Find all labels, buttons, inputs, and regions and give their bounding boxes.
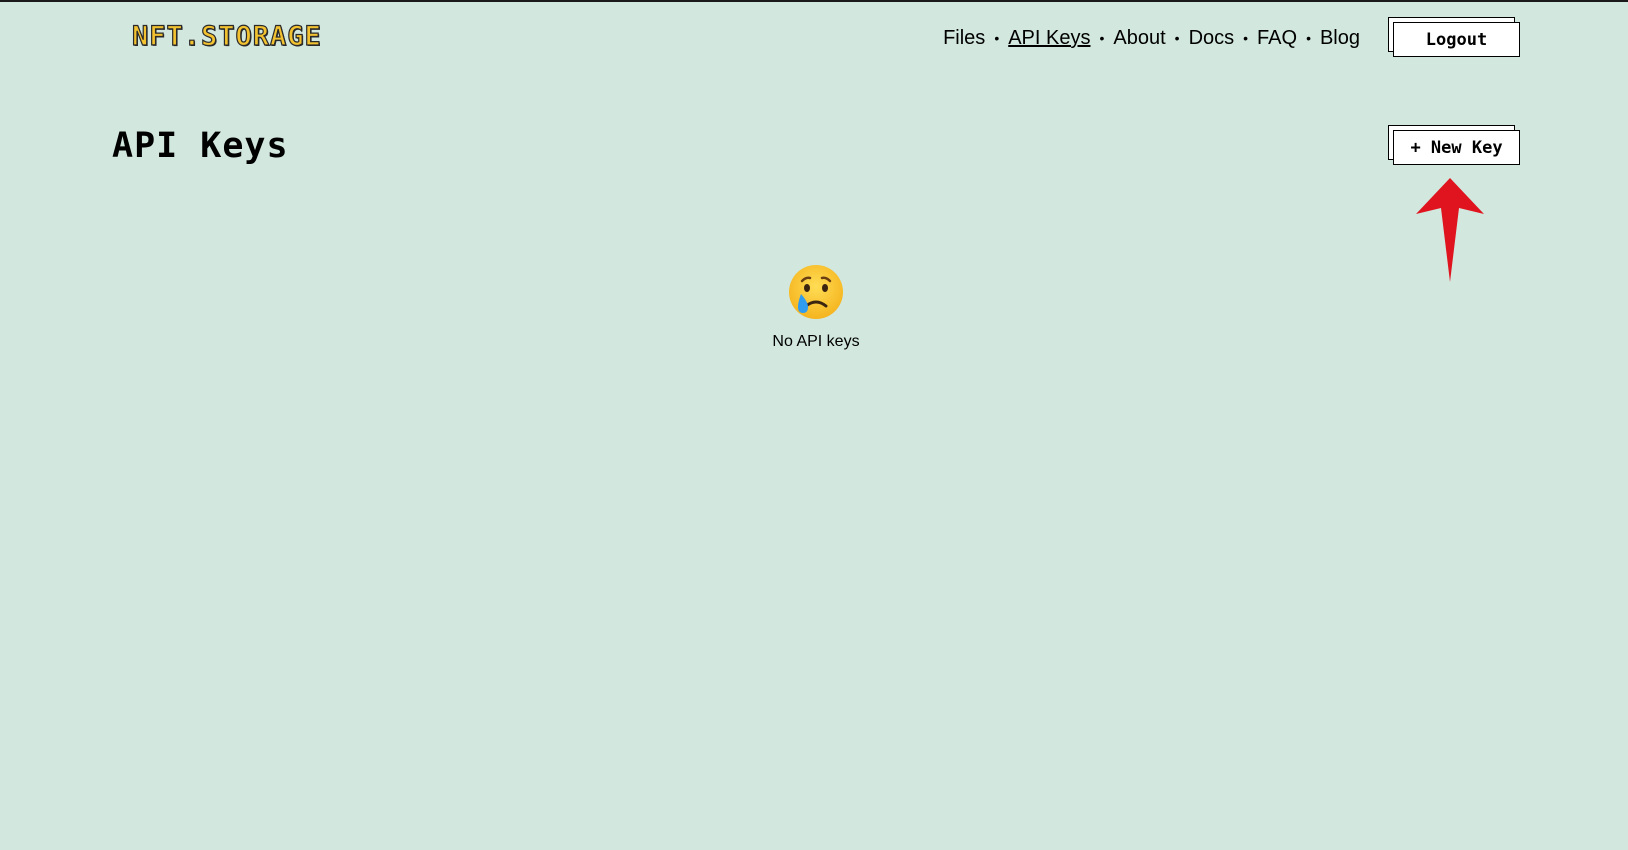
page-title: API Keys <box>112 126 289 166</box>
nav-separator: • <box>1099 30 1105 46</box>
new-key-button[interactable]: + New Key <box>1393 130 1520 165</box>
top-border <box>0 0 1628 2</box>
red-arrow-up-icon <box>1416 178 1484 282</box>
nav-api-keys[interactable]: API Keys <box>1008 26 1090 50</box>
nav-separator: • <box>1243 30 1249 46</box>
arrow-shape <box>1416 178 1484 282</box>
empty-state: No API keys <box>716 262 916 352</box>
crying-face-icon <box>789 265 843 319</box>
nav-blog[interactable]: Blog <box>1320 26 1360 50</box>
nav-files[interactable]: Files <box>943 26 985 50</box>
logo[interactable]: NFT.STORAGE <box>131 21 322 52</box>
nav-docs[interactable]: Docs <box>1189 26 1235 50</box>
logout-button[interactable]: Logout <box>1393 22 1520 57</box>
nav-about[interactable]: About <box>1113 26 1165 50</box>
nav-separator: • <box>1306 30 1311 46</box>
empty-state-text: No API keys <box>772 333 860 350</box>
main-nav: Files • API Keys • About • Docs • FAQ • … <box>943 26 1360 50</box>
nav-separator: • <box>1174 30 1180 46</box>
nav-faq[interactable]: FAQ <box>1257 26 1297 50</box>
nav-separator: • <box>994 30 1000 46</box>
